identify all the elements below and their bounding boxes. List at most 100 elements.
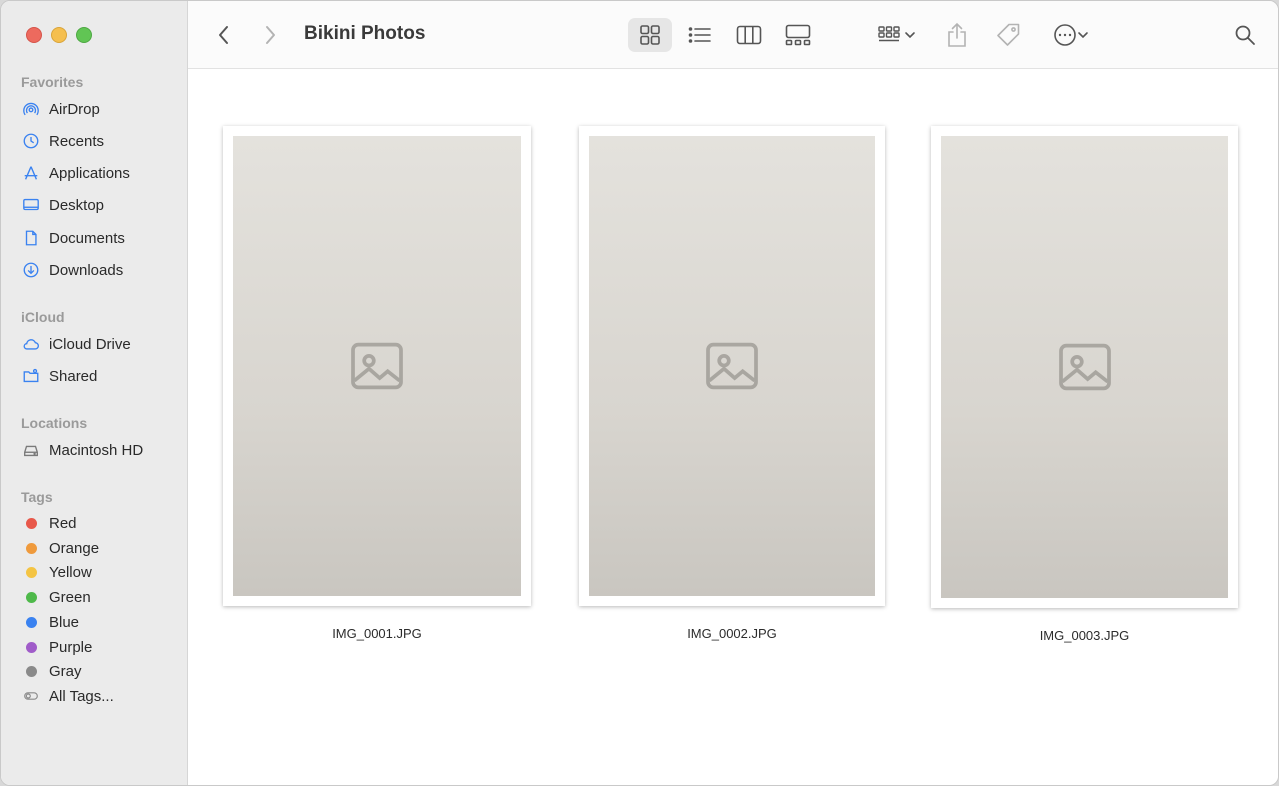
image-icon — [1058, 343, 1111, 391]
finder-window: Favorites AirDrop Recents Applications D… — [0, 0, 1279, 786]
sidebar-item-label: Yellow — [49, 563, 92, 581]
icon-view-button[interactable] — [628, 18, 672, 52]
sidebar: Favorites AirDrop Recents Applications D… — [1, 1, 188, 785]
favorites-section-label: Favorites — [21, 74, 84, 90]
more-actions-button[interactable] — [1046, 18, 1096, 52]
document-icon — [21, 228, 41, 248]
forward-button[interactable] — [256, 18, 284, 52]
sidebar-tag-red[interactable]: Red — [21, 511, 77, 535]
folder-title: Bikini Photos — [304, 23, 426, 44]
orange-tag-icon — [21, 538, 41, 558]
chevron-down-icon — [1078, 32, 1088, 39]
zoom-window-button[interactable] — [76, 27, 92, 43]
group-button[interactable] — [872, 18, 922, 52]
icloud-section-label: iCloud — [21, 309, 65, 325]
image-icon — [351, 342, 403, 390]
close-window-button[interactable] — [26, 27, 42, 43]
desktop-icon — [21, 195, 41, 215]
back-button[interactable] — [210, 18, 238, 52]
sidebar-item-label: Green — [49, 588, 91, 606]
sidebar-tag-blue[interactable]: Blue — [21, 610, 79, 634]
gray-tag-icon — [21, 661, 41, 681]
sidebar-item-desktop[interactable]: Desktop — [21, 193, 104, 217]
sidebar-item-airdrop[interactable]: AirDrop — [21, 97, 100, 121]
sidebar-item-label: Gray — [49, 662, 82, 680]
sidebar-item-label: Blue — [49, 613, 80, 631]
sidebar-item-label: Applications — [49, 164, 130, 182]
sidebar-item-macintosh-hd[interactable]: Macintosh HD — [21, 438, 143, 462]
sidebar-item-label: Shared — [49, 367, 98, 385]
shared-folder-icon — [21, 366, 41, 386]
green-tag-icon — [21, 587, 41, 607]
back-icon — [219, 26, 228, 44]
search-icon — [1235, 25, 1255, 45]
search-button[interactable] — [1230, 18, 1260, 52]
sidebar-tag-gray[interactable]: Gray — [21, 659, 82, 683]
cloud-icon — [21, 334, 41, 354]
sidebar-item-label: AirDrop — [49, 100, 100, 118]
file-item[interactable]: IMG_0003.JPG — [931, 126, 1238, 643]
download-icon — [21, 260, 41, 280]
sidebar-item-recents[interactable]: Recents — [21, 129, 104, 153]
window-controls — [26, 27, 92, 43]
blue-tag-icon — [21, 612, 41, 632]
forward-icon — [266, 26, 275, 44]
all-tags-icon — [21, 686, 41, 706]
clock-icon — [21, 131, 41, 151]
list-view-icon — [688, 27, 711, 43]
icon-view-icon — [640, 25, 660, 45]
tag-button[interactable] — [991, 18, 1025, 52]
sidebar-tag-purple[interactable]: Purple — [21, 635, 92, 659]
tags-section-label: Tags — [21, 489, 53, 505]
image-placeholder — [233, 136, 521, 596]
red-tag-icon — [21, 513, 41, 533]
applications-icon — [21, 163, 41, 183]
sidebar-item-label: Downloads — [49, 261, 124, 279]
group-icon — [878, 26, 900, 42]
file-thumbnail — [223, 126, 531, 606]
sidebar-item-shared[interactable]: Shared — [21, 364, 97, 388]
file-name: IMG_0002.JPG — [687, 626, 777, 641]
column-view-button[interactable] — [727, 18, 771, 52]
chevron-down-icon — [905, 32, 915, 39]
sidebar-item-applications[interactable]: Applications — [21, 161, 130, 185]
sidebar-tag-orange[interactable]: Orange — [21, 536, 99, 560]
airdrop-icon — [21, 99, 41, 119]
sidebar-item-label: Macintosh HD — [49, 441, 144, 459]
tag-icon — [997, 23, 1020, 46]
sidebar-all-tags[interactable]: All Tags... — [21, 684, 114, 708]
file-thumbnail — [579, 126, 885, 606]
file-item[interactable]: IMG_0002.JPG — [579, 126, 885, 641]
locations-section-label: Locations — [21, 415, 88, 431]
sidebar-item-label: Orange — [49, 539, 100, 557]
yellow-tag-icon — [21, 562, 41, 582]
column-view-icon — [736, 25, 762, 45]
image-icon — [706, 342, 758, 390]
image-placeholder — [941, 136, 1228, 598]
sidebar-item-icloud-drive[interactable]: iCloud Drive — [21, 332, 131, 356]
share-button[interactable] — [942, 18, 972, 52]
sidebar-item-documents[interactable]: Documents — [21, 226, 125, 250]
sidebar-item-label: Red — [49, 514, 77, 532]
sidebar-item-label: Recents — [49, 132, 105, 150]
sidebar-tag-green[interactable]: Green — [21, 585, 91, 609]
file-item[interactable]: IMG_0001.JPG — [223, 126, 531, 641]
minimize-window-button[interactable] — [51, 27, 67, 43]
sidebar-item-label: Desktop — [49, 196, 105, 214]
gallery-view-button[interactable] — [776, 18, 820, 52]
purple-tag-icon — [21, 637, 41, 657]
share-icon — [948, 22, 966, 47]
file-name: IMG_0003.JPG — [1039, 628, 1130, 643]
sidebar-item-label: Purple — [49, 638, 93, 656]
file-thumbnail — [931, 126, 1238, 608]
sidebar-item-downloads[interactable]: Downloads — [21, 258, 123, 282]
file-name: IMG_0001.JPG — [332, 626, 422, 641]
image-placeholder — [589, 136, 875, 596]
sidebar-tag-yellow[interactable]: Yellow — [21, 560, 92, 584]
sidebar-item-label: All Tags... — [49, 687, 114, 705]
list-view-button[interactable] — [678, 18, 722, 52]
sidebar-item-label: Documents — [49, 229, 125, 247]
gallery-view-icon — [785, 24, 811, 46]
more-icon — [1054, 24, 1076, 46]
sidebar-item-label: iCloud Drive — [49, 335, 131, 353]
